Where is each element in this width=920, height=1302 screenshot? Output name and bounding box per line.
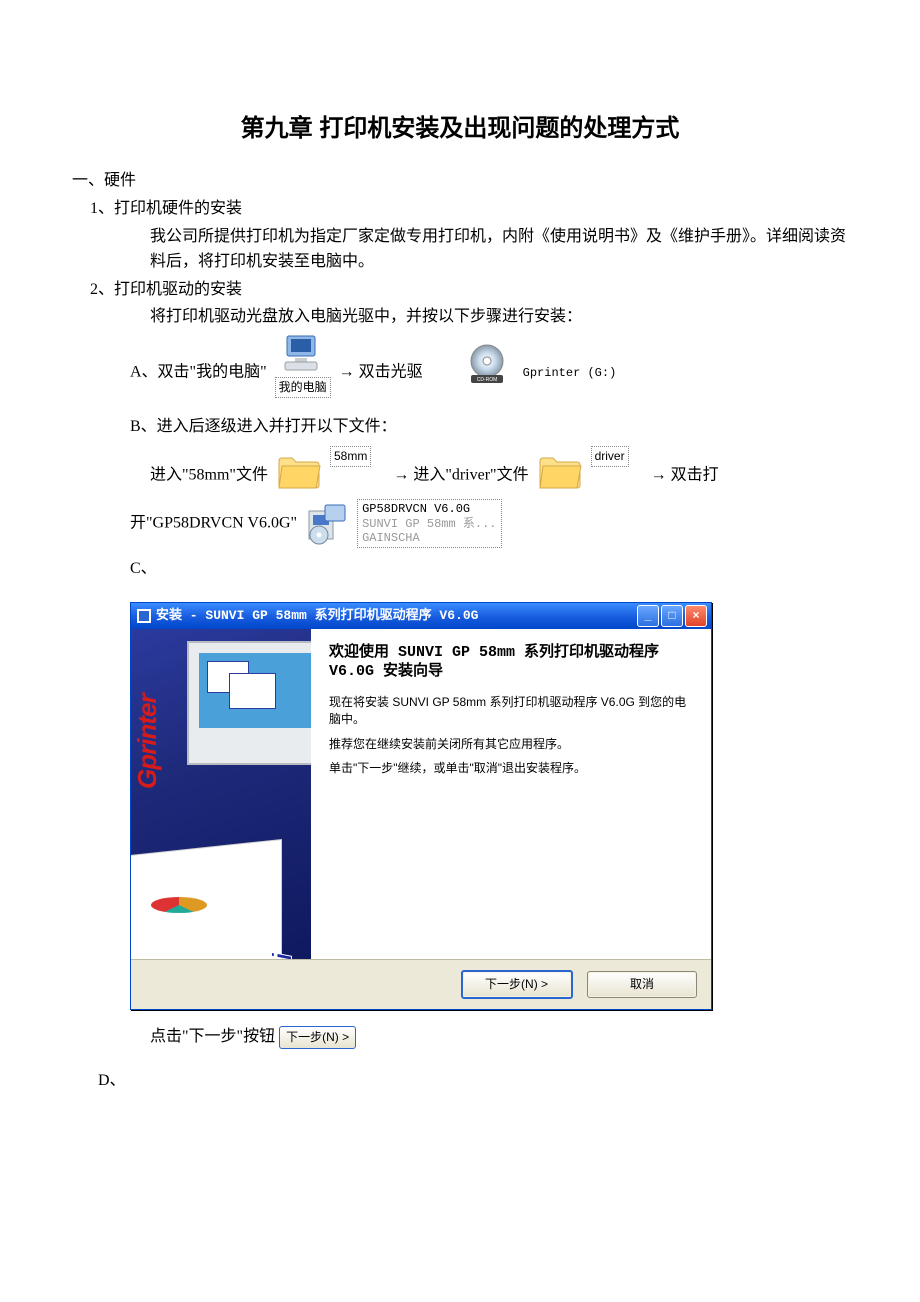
my-computer-label: 我的电脑 bbox=[275, 377, 331, 398]
folder-flow: 进入"58mm"文件 58mm → 进入"driver"文件 driver → … bbox=[150, 457, 850, 495]
hw-install-body: 我公司所提供打印机为指定厂家定做专用打印机，内附《使用说明书》及《维护手册》。详… bbox=[150, 224, 850, 275]
titlebar-app-icon bbox=[137, 609, 151, 623]
click-next-text: 点击"下一步"按钮 bbox=[150, 1028, 275, 1045]
svg-text:CD-ROM: CD-ROM bbox=[476, 377, 497, 383]
wizard-graphic-panel: Gprinter sunvi bbox=[131, 629, 311, 959]
folder-driver-label: driver bbox=[591, 446, 629, 467]
step-a-prefix: A、双击"我的电脑" bbox=[130, 363, 271, 380]
wizard-gprinter-text: Gprinter bbox=[131, 694, 169, 789]
post-installer-line: 点击"下一步"按钮 下一步(N) > bbox=[150, 1024, 850, 1050]
wizard-heading: 欢迎使用 SUNVI GP 58mm 系列打印机驱动程序 V6.0G 安装向导 bbox=[329, 643, 693, 682]
wizard-p2: 推荐您在继续安装前关闭所有其它应用程序。 bbox=[329, 736, 693, 753]
cancel-button[interactable]: 取消 bbox=[587, 971, 697, 998]
next-button[interactable]: 下一步(N) > bbox=[461, 970, 573, 999]
my-computer-icon: 我的电脑 bbox=[275, 334, 331, 400]
step-open-exe: 开"GP58DRVCN V6.0G" GP58DRVCN V6.0G SUNVI… bbox=[130, 499, 850, 548]
folder-58mm-icon bbox=[276, 453, 322, 491]
minimize-button[interactable]: _ bbox=[637, 605, 659, 627]
section-driver-install: 2、打印机驱动的安装 bbox=[90, 277, 850, 303]
folder-58mm-label: 58mm bbox=[330, 446, 371, 467]
section-hw-install: 1、打印机硬件的安装 bbox=[90, 196, 850, 222]
wizard-p1: 现在将安装 SUNVI GP 58mm 系列打印机驱动程序 V6.0G 到您的电… bbox=[329, 694, 693, 728]
step-a-post: 双击光驱 bbox=[359, 363, 423, 380]
cdrom-icon: CD-ROM bbox=[465, 341, 509, 385]
folder-driver-icon bbox=[537, 453, 583, 491]
exe-line3: GAINSCHA bbox=[362, 531, 420, 545]
flow-dblclick: 双击打 bbox=[671, 467, 719, 484]
exe-line1: GP58DRVCN V6.0G bbox=[362, 502, 470, 516]
close-button[interactable]: × bbox=[685, 605, 707, 627]
exe-line2: SUNVI GP 58mm 系... bbox=[362, 517, 496, 531]
driver-install-body: 将打印机驱动光盘放入电脑光驱中，并按以下步骤进行安装： bbox=[150, 304, 850, 330]
section-hardware: 一、硬件 bbox=[72, 168, 850, 194]
step-d: D、 bbox=[98, 1068, 850, 1094]
wizard-p3: 单击"下一步"继续，或单击"取消"退出安装程序。 bbox=[329, 760, 693, 777]
flow-enter-driver: 进入"driver"文件 bbox=[413, 467, 528, 484]
titlebar: 安装 - SUNVI GP 58mm 系列打印机驱动程序 V6.0G _ □ × bbox=[131, 603, 711, 629]
chapter-title: 第九章 打印机安装及出现问题的处理方式 bbox=[70, 110, 850, 148]
wizard-content-panel: 欢迎使用 SUNVI GP 58mm 系列打印机驱动程序 V6.0G 安装向导 … bbox=[311, 629, 711, 959]
cdrom-caption: Gprinter (G:) bbox=[523, 364, 617, 383]
flow-enter-58: 进入"58mm"文件 bbox=[150, 467, 268, 484]
next-button-inline: 下一步(N) > bbox=[279, 1026, 356, 1049]
maximize-button[interactable]: □ bbox=[661, 605, 683, 627]
installer-window: 安装 - SUNVI GP 58mm 系列打印机驱动程序 V6.0G _ □ ×… bbox=[130, 602, 712, 1010]
wizard-sunvi-text: sunvi bbox=[260, 953, 305, 959]
flow-open: 开"GP58DRVCN V6.0G" bbox=[130, 514, 297, 531]
installer-exe-meta: GP58DRVCN V6.0G SUNVI GP 58mm 系... GAINS… bbox=[357, 499, 501, 548]
wizard-button-bar: 下一步(N) > 取消 bbox=[131, 959, 711, 1009]
step-a: A、双击"我的电脑" 我的电脑 → 双击光驱 CD-ROM Gprinter (… bbox=[130, 340, 850, 406]
arrow-icon: → bbox=[393, 467, 409, 484]
step-c: C、 bbox=[130, 556, 850, 582]
step-b: B、进入后逐级进入并打开以下文件： bbox=[130, 414, 850, 440]
arrow-icon: → bbox=[651, 467, 667, 484]
installer-exe-icon bbox=[305, 503, 349, 545]
arrow-icon: → bbox=[339, 363, 355, 380]
titlebar-text: 安装 - SUNVI GP 58mm 系列打印机驱动程序 V6.0G bbox=[156, 606, 635, 627]
